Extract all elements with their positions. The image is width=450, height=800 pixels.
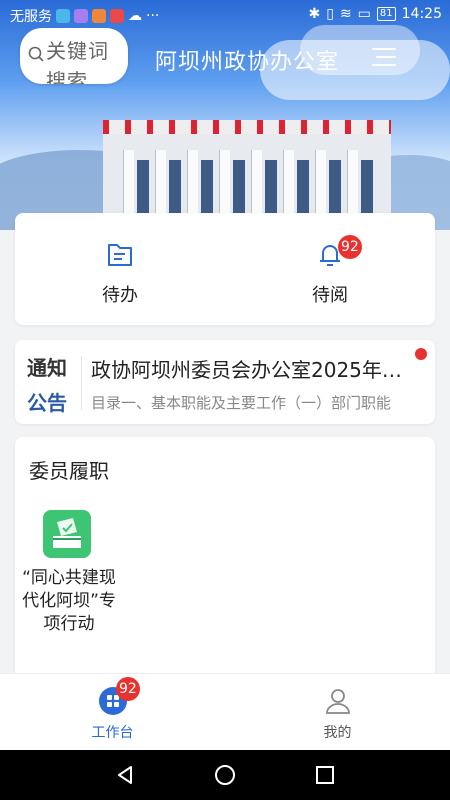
bottom-tab-bar: 工作台 92 我的 <box>0 673 450 751</box>
special-action-label[interactable]: “同心共建现代化阿坝”专项行动 <box>19 567 119 636</box>
todo-icon <box>108 244 132 266</box>
search-icon <box>28 46 44 62</box>
menu-button[interactable] <box>372 48 396 68</box>
tab-workbench-label: 工作台 <box>91 725 134 741</box>
home-icon[interactable] <box>213 763 237 787</box>
vibrate-icon: ▯ <box>326 6 334 22</box>
search-placeholder: 关键词搜索 <box>46 39 109 84</box>
workbench-badge: 92 <box>116 677 140 701</box>
quick-actions-card: 待办 待阅 92 <box>15 213 435 325</box>
search-box[interactable]: 关键词搜索 <box>20 28 128 84</box>
battery-icon: 81 <box>376 7 396 21</box>
section-title: 委员履职 <box>29 459 109 483</box>
tab-mine[interactable]: 我的 <box>225 674 450 751</box>
announcement-tag: 公告 <box>27 391 67 415</box>
bluetooth-icon: ✱ <box>308 6 321 22</box>
notice-divider <box>81 356 82 410</box>
notice-title: 政协阿坝州委员会办公室2025年部门预算公开 <box>91 358 421 382</box>
todo-label: 待办 <box>102 285 138 306</box>
system-nav-bar <box>0 750 450 800</box>
back-icon[interactable] <box>113 763 137 787</box>
notice-tag: 通知 <box>27 356 67 380</box>
app-notification-icon <box>110 9 124 23</box>
notice-subtitle: 目录一、基本职能及主要工作（一）部门职能 <box>91 394 392 412</box>
cloud-icon: ☁ <box>128 8 142 24</box>
to-read-label: 待阅 <box>312 285 348 306</box>
tab-mine-label: 我的 <box>323 725 352 741</box>
app-notification-icon <box>74 9 88 23</box>
unread-dot <box>415 348 427 360</box>
clock: 14:25 <box>401 6 442 22</box>
member-duties-card: 委员履职 “同心共建现代化阿坝”专项行动 <box>15 437 435 677</box>
banner-building-image <box>103 120 391 220</box>
to-read-badge: 92 <box>338 235 362 259</box>
tab-workbench[interactable]: 工作台 92 <box>0 674 225 751</box>
status-bar: 无服务 ☁ ··· ✱ ▯ ≋ ▭ 81 14:25 <box>0 0 450 30</box>
to-read-button[interactable]: 待阅 92 <box>270 227 390 317</box>
notice-card[interactable]: 通知 公告 政协阿坝州委员会办公室2025年部门预算公开 目录一、基本职能及主要… <box>15 340 435 424</box>
page-title: 阿坝州政协办公室 <box>155 50 340 75</box>
todo-button[interactable]: 待办 <box>60 227 180 317</box>
wifi-icon: ≋ <box>339 6 352 22</box>
app-notification-icon <box>92 9 106 23</box>
more-notifications: ··· <box>146 8 160 24</box>
ballot-box-icon[interactable] <box>43 510 91 558</box>
sim-icon: ▭ <box>357 6 371 22</box>
app-notification-icon <box>56 9 70 23</box>
user-icon <box>325 689 350 714</box>
carrier-text: 无服务 <box>10 9 52 25</box>
recents-icon[interactable] <box>313 763 337 787</box>
